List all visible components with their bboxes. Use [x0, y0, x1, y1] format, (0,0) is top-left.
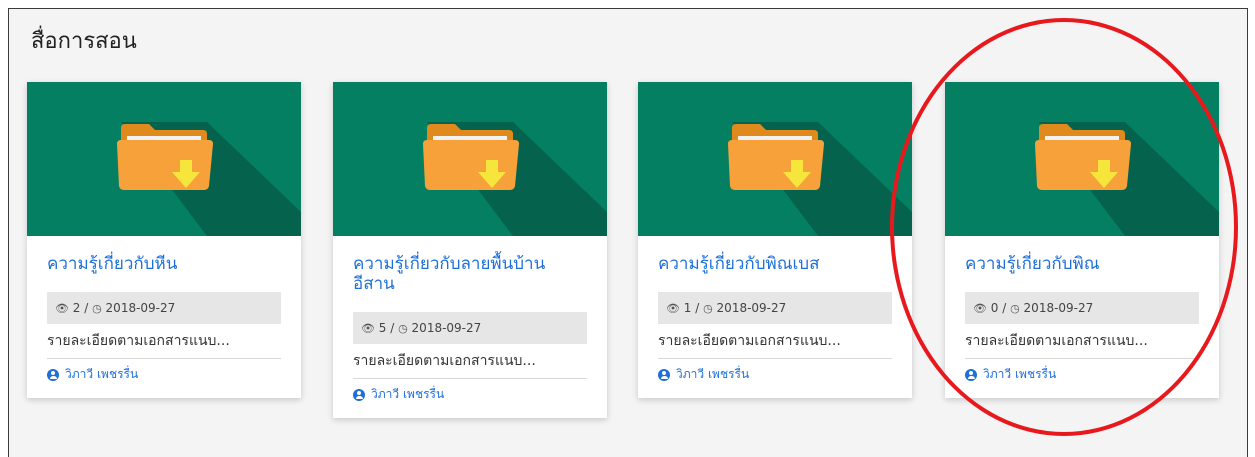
- clock-icon: ◷: [398, 322, 408, 335]
- section-title: สื่อการสอน: [31, 29, 137, 54]
- card-thumbnail[interactable]: [333, 82, 607, 236]
- post-date: 2018-09-27: [1023, 301, 1094, 315]
- card-title[interactable]: ความรู้เกี่ยวกับหีน: [47, 254, 281, 274]
- clock-icon: ◷: [1010, 302, 1020, 315]
- card-description: รายละเอียดตามเอกสารแนบ...: [47, 330, 281, 359]
- eye-icon: 👁: [666, 302, 680, 315]
- folder-download-icon: [117, 122, 301, 236]
- folder-download-icon: [728, 122, 912, 236]
- media-card[interactable]: ความรู้เกี่ยวกับพิณ 👁 0 / ◷ 2018-09-27 ร…: [945, 82, 1219, 398]
- card-thumbnail[interactable]: [638, 82, 912, 236]
- card-meta: 👁 1 / ◷ 2018-09-27: [658, 292, 892, 324]
- card-author[interactable]: วิภาวี เพชรรื่น: [965, 365, 1199, 384]
- clock-icon: ◷: [703, 302, 713, 315]
- post-date: 2018-09-27: [105, 301, 176, 315]
- post-date: 2018-09-27: [411, 321, 482, 335]
- view-count: 0: [990, 301, 999, 315]
- author-name[interactable]: วิภาวี เพชรรื่น: [65, 365, 138, 384]
- author-name[interactable]: วิภาวี เพชรรื่น: [676, 365, 749, 384]
- user-circle-icon: [965, 368, 977, 381]
- card-thumbnail[interactable]: [27, 82, 301, 236]
- card-title[interactable]: ความรู้เกี่ยวกับลายพื้นบ้าน อีสาน: [353, 254, 573, 294]
- card-description: รายละเอียดตามเอกสารแนบ...: [353, 350, 587, 379]
- media-card[interactable]: ความรู้เกี่ยวกับพิณเบส 👁 1 / ◷ 2018-09-2…: [638, 82, 912, 398]
- folder-download-icon: [423, 122, 607, 236]
- folder-download-icon: [1035, 122, 1219, 236]
- view-count: 2: [72, 301, 81, 315]
- media-card[interactable]: ความรู้เกี่ยวกับหีน 👁 2 / ◷ 2018-09-27 ร…: [27, 82, 301, 398]
- author-name[interactable]: วิภาวี เพชรรื่น: [371, 385, 444, 404]
- card-description: รายละเอียดตามเอกสารแนบ...: [658, 330, 892, 359]
- media-card[interactable]: ความรู้เกี่ยวกับลายพื้นบ้าน อีสาน 👁 5 / …: [333, 82, 607, 418]
- eye-icon: 👁: [55, 302, 69, 315]
- eye-icon: 👁: [361, 322, 375, 335]
- view-count: 1: [683, 301, 692, 315]
- card-meta: 👁 2 / ◷ 2018-09-27: [47, 292, 281, 324]
- clock-icon: ◷: [92, 302, 102, 315]
- user-circle-icon: [658, 368, 670, 381]
- view-count: 5: [378, 321, 387, 335]
- post-date: 2018-09-27: [716, 301, 787, 315]
- card-author[interactable]: วิภาวี เพชรรื่น: [47, 365, 281, 384]
- card-title[interactable]: ความรู้เกี่ยวกับพิณเบส: [658, 254, 892, 274]
- card-thumbnail[interactable]: [945, 82, 1219, 236]
- user-circle-icon: [47, 368, 59, 381]
- card-author[interactable]: วิภาวี เพชรรื่น: [658, 365, 892, 384]
- card-meta: 👁 0 / ◷ 2018-09-27: [965, 292, 1199, 324]
- card-meta: 👁 5 / ◷ 2018-09-27: [353, 312, 587, 344]
- card-title[interactable]: ความรู้เกี่ยวกับพิณ: [965, 254, 1199, 274]
- card-description: รายละเอียดตามเอกสารแนบ...: [965, 330, 1199, 359]
- user-circle-icon: [353, 388, 365, 401]
- eye-icon: 👁: [973, 302, 987, 315]
- card-author[interactable]: วิภาวี เพชรรื่น: [353, 385, 587, 404]
- author-name[interactable]: วิภาวี เพชรรื่น: [983, 365, 1056, 384]
